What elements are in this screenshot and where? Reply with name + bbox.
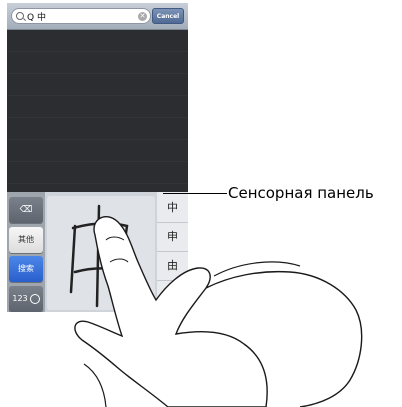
hand-illustration (74, 216, 363, 407)
